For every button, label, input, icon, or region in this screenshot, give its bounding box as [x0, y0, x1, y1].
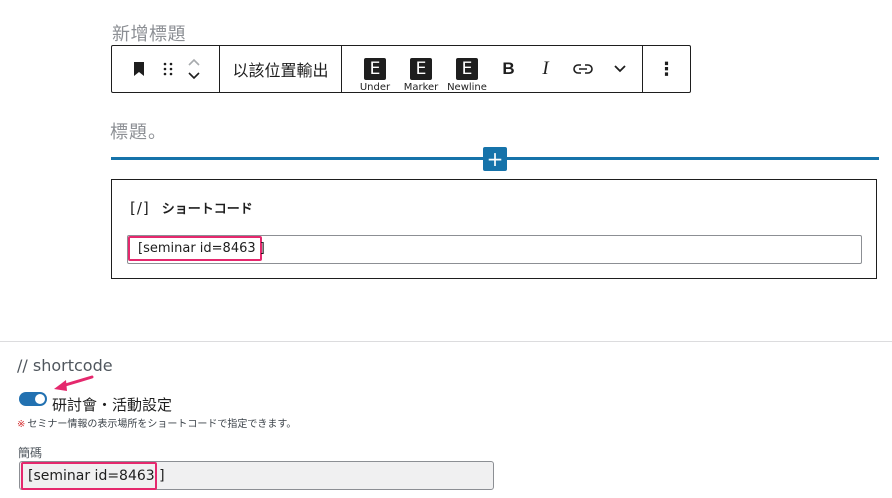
- italic-button[interactable]: I: [527, 46, 564, 92]
- newline-label: Newline: [447, 82, 487, 93]
- e-icon: E: [456, 58, 478, 80]
- link-button[interactable]: [564, 46, 601, 92]
- newline-button[interactable]: E Newline: [444, 46, 490, 93]
- plus-icon: +: [486, 147, 504, 171]
- shortcode-block-title: ショートコード: [161, 202, 253, 217]
- help-note: ※ セミナー情報の表示場所をショートコードで指定できます。: [17, 415, 296, 430]
- toggle-knob: [35, 394, 45, 404]
- bold-icon: B: [502, 59, 515, 78]
- heading-placeholder[interactable]: 新增標題: [112, 20, 186, 46]
- italic-icon: I: [542, 58, 549, 79]
- more-vertical-icon: ⋮: [657, 58, 676, 80]
- link-icon: [572, 64, 593, 74]
- move-up-icon[interactable]: [188, 58, 200, 66]
- shortcode-icon: [/]: [130, 198, 150, 217]
- e-icon: E: [410, 58, 432, 80]
- title-placeholder[interactable]: 標題。: [110, 118, 167, 144]
- move-controls: [188, 58, 200, 80]
- bold-button[interactable]: B: [490, 46, 527, 92]
- shortcode-field-label: 簡碼: [18, 446, 43, 460]
- section-divider: [0, 341, 892, 342]
- block-inserter-button[interactable]: +: [483, 147, 507, 171]
- annotation-arrow-icon: [54, 375, 94, 391]
- chevron-down-icon: [613, 65, 626, 73]
- shortcode-block-header: [/] ショートコード: [130, 198, 253, 218]
- align-output-button[interactable]: 以該位置輸出: [220, 46, 342, 92]
- align-output-label: 以該位置輸出: [232, 61, 329, 80]
- format-controls: E Under E Marker E Newline B I: [342, 46, 643, 93]
- shortcode-field-value[interactable]: [seminar id=8463 ]: [21, 462, 165, 490]
- block-controls: [112, 46, 220, 92]
- under-label: Under: [359, 82, 391, 93]
- toggle-label: 研討會・活動設定: [52, 396, 173, 414]
- note-star: ※: [17, 419, 26, 430]
- seminar-settings-toggle[interactable]: [19, 392, 47, 406]
- block-toolbar: 以該位置輸出 E Under E Marker E Newline B I ⋮: [111, 45, 691, 93]
- shortcode-input-value[interactable]: [seminar id=8463 ]: [128, 236, 265, 261]
- more-formats-button[interactable]: [601, 46, 638, 92]
- move-down-icon[interactable]: [188, 72, 200, 80]
- options-button[interactable]: ⋮: [643, 46, 690, 92]
- bookmark-icon[interactable]: [124, 46, 154, 92]
- marker-button[interactable]: E Marker: [398, 46, 444, 93]
- note-text: セミナー情報の表示場所をショートコードで指定できます。: [27, 419, 297, 430]
- drag-handle-icon[interactable]: [154, 46, 182, 92]
- e-icon: E: [364, 58, 386, 80]
- shortcode-block[interactable]: [111, 179, 877, 279]
- marker-label: Marker: [403, 82, 439, 93]
- under-button[interactable]: E Under: [352, 46, 398, 93]
